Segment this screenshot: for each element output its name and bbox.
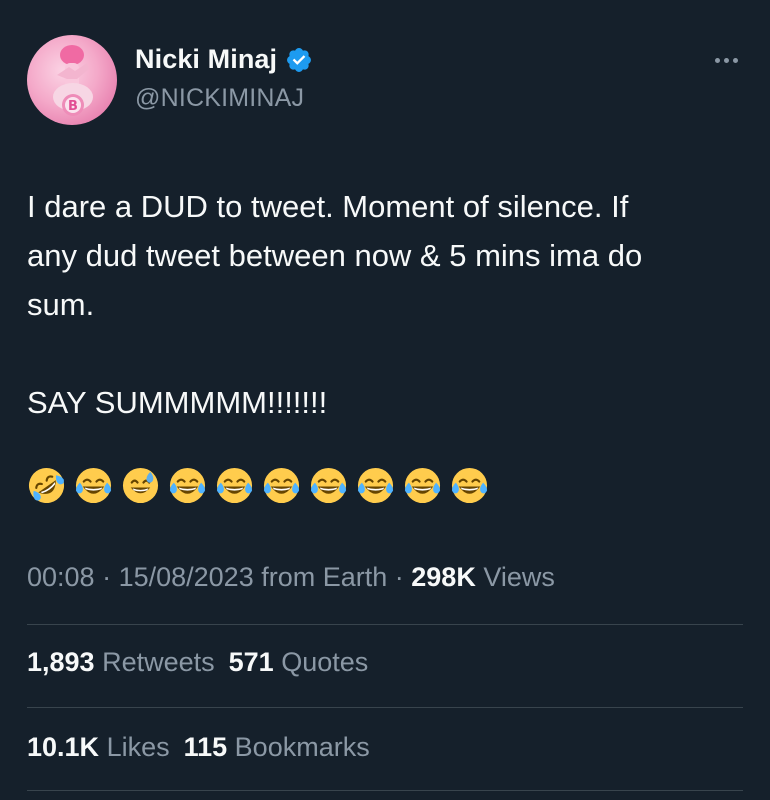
bookmarks-count: 115 — [183, 732, 228, 762]
tweet-line: I dare a DUD to tweet. Moment of silence… — [27, 189, 629, 224]
likes-label: Likes — [99, 732, 170, 762]
tears-of-joy-emoji-icon — [404, 467, 441, 504]
tweet-shout: SAY SUMMMMM!!!!!!! — [27, 385, 328, 420]
tweet-line: sum. — [27, 287, 95, 322]
divider — [27, 707, 743, 708]
likes-link[interactable]: 10.1K Likes — [27, 732, 170, 762]
tears-of-joy-emoji-icon — [169, 467, 206, 504]
tweet-line: any dud tweet between now & 5 mins ima d… — [27, 238, 643, 273]
tweet: B Nicki Minaj @NICKIMINAJ I dare a DUD t… — [0, 0, 770, 800]
tears-of-joy-emoji-icon — [451, 467, 488, 504]
tweet-date[interactable]: 15/08/2023 — [119, 562, 254, 592]
tears-of-joy-emoji-icon — [216, 467, 253, 504]
rolling-on-floor-laughing-emoji-icon — [28, 467, 65, 504]
author-row: Nicki Minaj — [135, 44, 313, 75]
more-options-icon[interactable] — [708, 50, 744, 70]
svg-text:B: B — [68, 99, 78, 114]
separator: · — [94, 562, 119, 592]
author-handle[interactable]: @NICKIMINAJ — [135, 84, 304, 113]
avatar[interactable]: B — [27, 35, 117, 125]
dot — [732, 57, 738, 63]
separator: · — [387, 562, 412, 592]
likes-count: 10.1K — [27, 732, 100, 762]
bookmarks-label: Bookmarks — [227, 732, 370, 762]
quotes-count: 571 — [228, 647, 274, 677]
verified-badge-icon — [287, 47, 312, 72]
bookmarks-link[interactable]: 115 Bookmarks — [184, 732, 370, 762]
engagement-row-2: 10.1K Likes 115 Bookmarks — [27, 732, 370, 763]
tears-of-joy-emoji-icon — [75, 467, 112, 504]
divider — [27, 624, 743, 625]
pink-avatar-icon: B — [53, 45, 93, 116]
engagement-row-1: 1,893 Retweets 571 Quotes — [27, 647, 368, 678]
retweets-link[interactable]: 1,893 Retweets — [27, 647, 215, 677]
tweet-time[interactable]: 00:08 — [27, 562, 95, 592]
tears-of-joy-emoji-icon — [263, 467, 300, 504]
divider — [27, 790, 743, 791]
emoji-row — [27, 466, 489, 505]
views-count: 298K — [411, 562, 476, 592]
tears-of-joy-emoji-icon — [310, 467, 347, 504]
tweet-text: I dare a DUD to tweet. Moment of silence… — [27, 182, 747, 427]
tweet-meta: 00:08 · 15/08/2023 from Earth · 298K Vie… — [27, 562, 555, 593]
retweets-label: Retweets — [94, 647, 215, 677]
tweet-source: from Earth — [253, 562, 388, 592]
grinning-sweat-emoji-icon — [122, 467, 159, 504]
dot — [714, 57, 720, 63]
views-label: Views — [475, 562, 555, 592]
tears-of-joy-emoji-icon — [357, 467, 394, 504]
dot — [723, 57, 729, 63]
retweets-count: 1,893 — [27, 647, 95, 677]
quotes-label: Quotes — [273, 647, 369, 677]
author-name[interactable]: Nicki Minaj — [135, 44, 277, 75]
quotes-link[interactable]: 571 Quotes — [229, 647, 369, 677]
